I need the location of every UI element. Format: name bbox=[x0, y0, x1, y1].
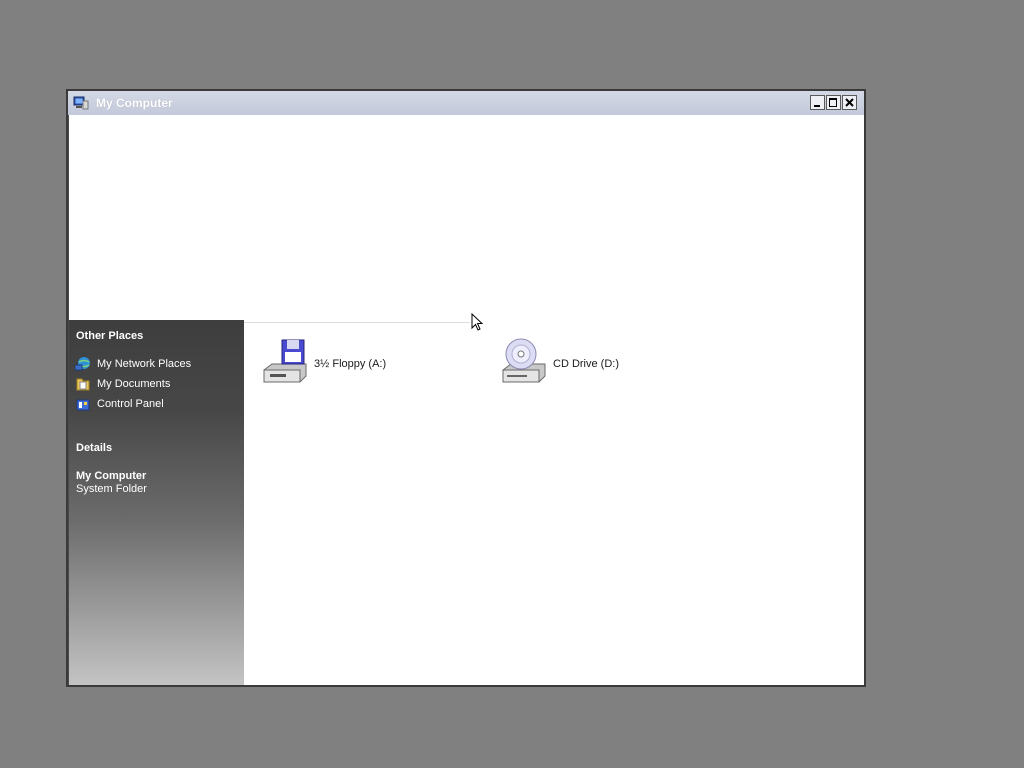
floppy-drive-icon bbox=[260, 336, 310, 391]
my-computer-icon bbox=[73, 95, 89, 111]
window-title: My Computer bbox=[96, 96, 173, 110]
close-button[interactable] bbox=[842, 95, 857, 110]
cd-drive-icon bbox=[499, 336, 549, 391]
task-pane: Other Places My Network Places My Docume… bbox=[69, 320, 244, 685]
floppy-drive-item[interactable]: 3½ Floppy (A:) bbox=[260, 336, 386, 391]
cd-drive-item[interactable]: CD Drive (D:) bbox=[499, 336, 619, 391]
sidebar-item-label: My Documents bbox=[97, 378, 171, 390]
sidebar-item-control-panel[interactable]: Control Panel bbox=[75, 395, 164, 413]
details-heading[interactable]: Details bbox=[76, 442, 112, 454]
mouse-cursor-icon bbox=[471, 313, 484, 331]
sidebar-item-label: Control Panel bbox=[97, 398, 164, 410]
file-view[interactable]: 3½ Floppy (A:) CD Drive (D:) bbox=[244, 320, 864, 685]
drive-label: 3½ Floppy (A:) bbox=[314, 357, 387, 370]
other-places-heading[interactable]: Other Places bbox=[76, 330, 143, 342]
sidebar-item-my-network-places[interactable]: My Network Places bbox=[74, 355, 192, 373]
sidebar-item-my-documents[interactable]: My Documents bbox=[75, 375, 170, 393]
drive-label: CD Drive (D:) bbox=[553, 357, 619, 370]
my-computer-window[interactable]: My Computer Other Places My Network Plac… bbox=[66, 89, 866, 687]
documents-folder-icon bbox=[75, 376, 91, 392]
sidebar-item-label: My Network Places bbox=[97, 358, 192, 370]
close-icon bbox=[845, 98, 854, 107]
control-panel-icon bbox=[75, 396, 91, 412]
toolbar-area bbox=[69, 115, 864, 320]
network-places-icon bbox=[74, 356, 91, 372]
details-name: My Computer bbox=[76, 470, 147, 482]
maximize-button[interactable] bbox=[826, 95, 841, 110]
divider bbox=[244, 322, 470, 323]
minimize-button[interactable] bbox=[810, 95, 825, 110]
title-bar[interactable]: My Computer bbox=[68, 91, 864, 115]
details-type: System Folder bbox=[76, 483, 147, 495]
